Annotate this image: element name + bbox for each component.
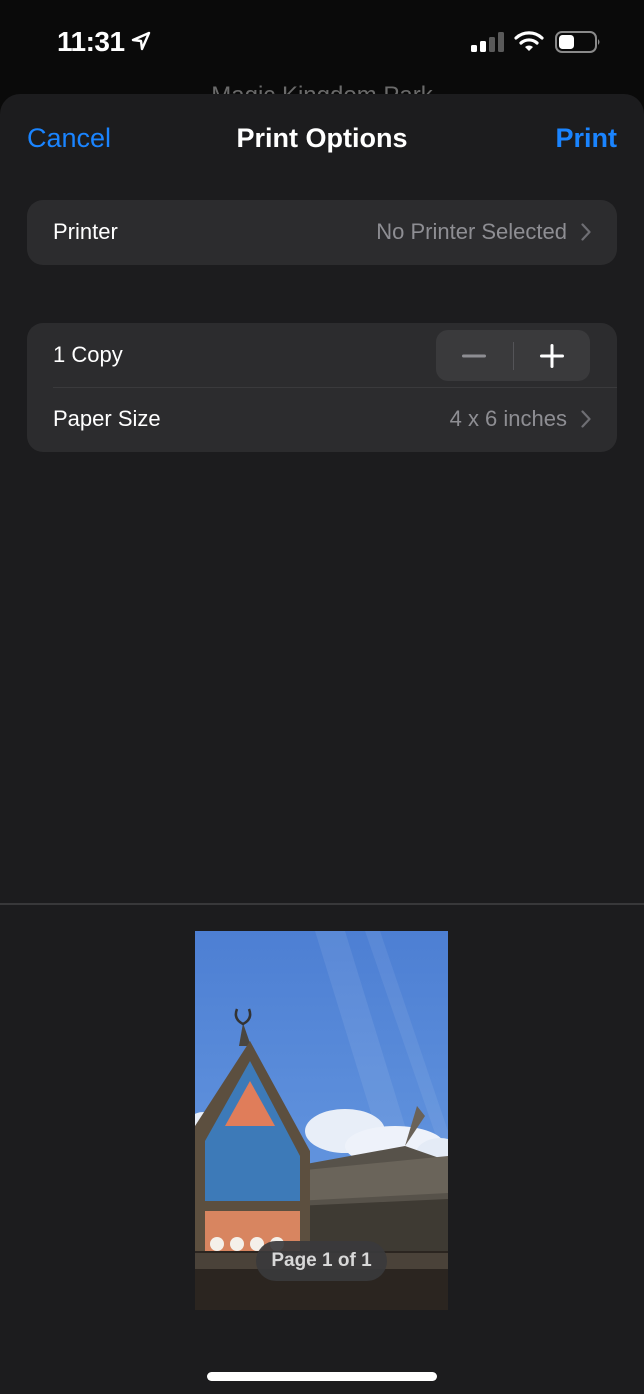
paper-size-label: Paper Size <box>53 406 161 431</box>
nav-bar: Cancel Print Options Print <box>0 94 644 186</box>
status-time: 11:31 <box>57 26 125 57</box>
printer-group: Printer No Printer Selected <box>27 200 617 265</box>
location-arrow-icon <box>131 31 151 51</box>
decrement-copies-button[interactable] <box>436 330 513 381</box>
chevron-right-icon <box>581 223 591 241</box>
plus-icon <box>539 343 564 368</box>
wifi-icon <box>514 31 544 51</box>
chevron-right-icon <box>581 410 591 428</box>
printer-row[interactable]: Printer No Printer Selected <box>27 200 617 264</box>
printer-value: No Printer Selected <box>376 219 567 244</box>
print-button[interactable]: Print <box>555 123 617 154</box>
copies-row: 1 Copy <box>27 323 617 387</box>
paper-size-row[interactable]: Paper Size 4 x 6 inches <box>27 387 617 451</box>
copies-label: 1 Copy <box>53 342 123 367</box>
preview-divider <box>0 903 644 905</box>
cancel-button[interactable]: Cancel <box>27 123 111 154</box>
home-indicator[interactable] <box>207 1372 437 1381</box>
printer-label: Printer <box>53 219 118 244</box>
page-indicator-badge: Page 1 of 1 <box>256 1241 387 1281</box>
status-bar: 11:31 <box>0 0 644 90</box>
paper-size-value: 4 x 6 inches <box>449 406 567 431</box>
print-settings-group: 1 Copy Paper Size 4 x 6 inches <box>27 323 617 452</box>
minus-icon <box>462 354 487 357</box>
increment-copies-button[interactable] <box>514 330 591 381</box>
cellular-signal-icon <box>471 32 504 52</box>
print-options-sheet: Cancel Print Options Print Printer No Pr… <box>0 94 644 1394</box>
battery-icon <box>555 31 600 53</box>
copies-stepper[interactable] <box>436 330 590 381</box>
